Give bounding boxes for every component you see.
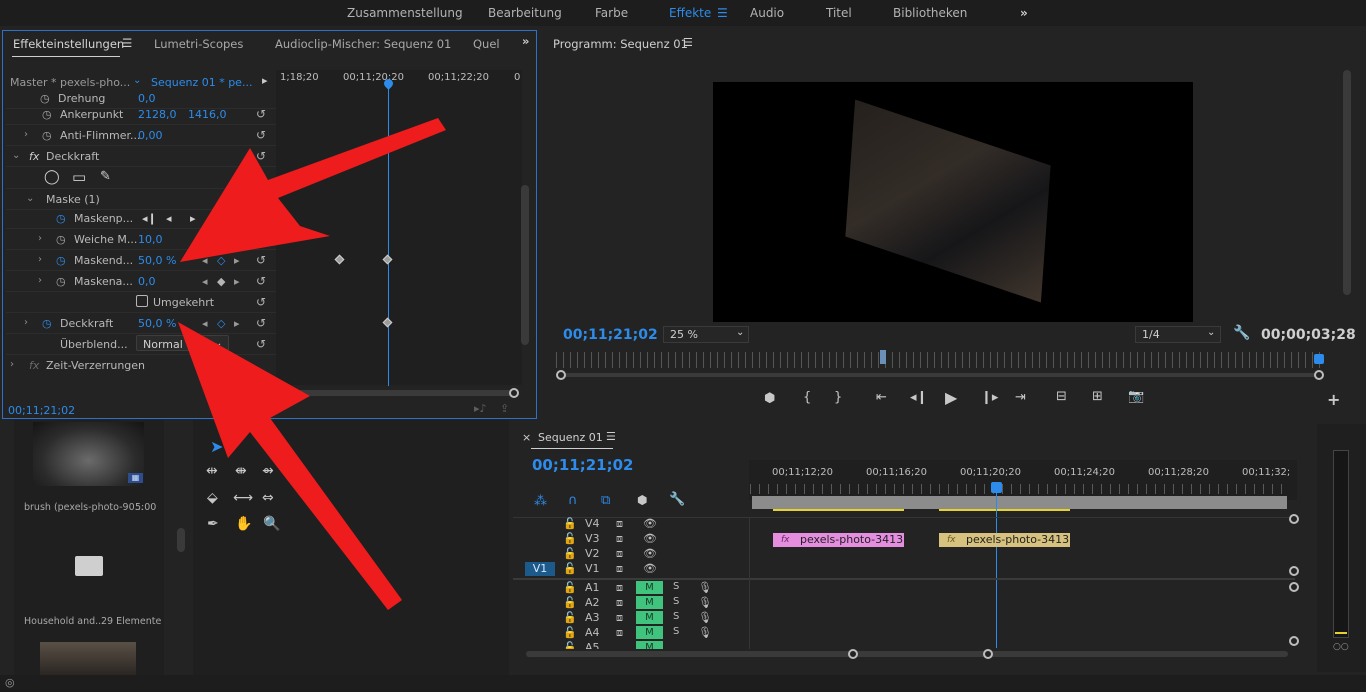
annotation-arrows xyxy=(178,118,446,610)
red-arrow-top xyxy=(180,118,446,262)
red-arrow-bottom xyxy=(178,322,402,610)
